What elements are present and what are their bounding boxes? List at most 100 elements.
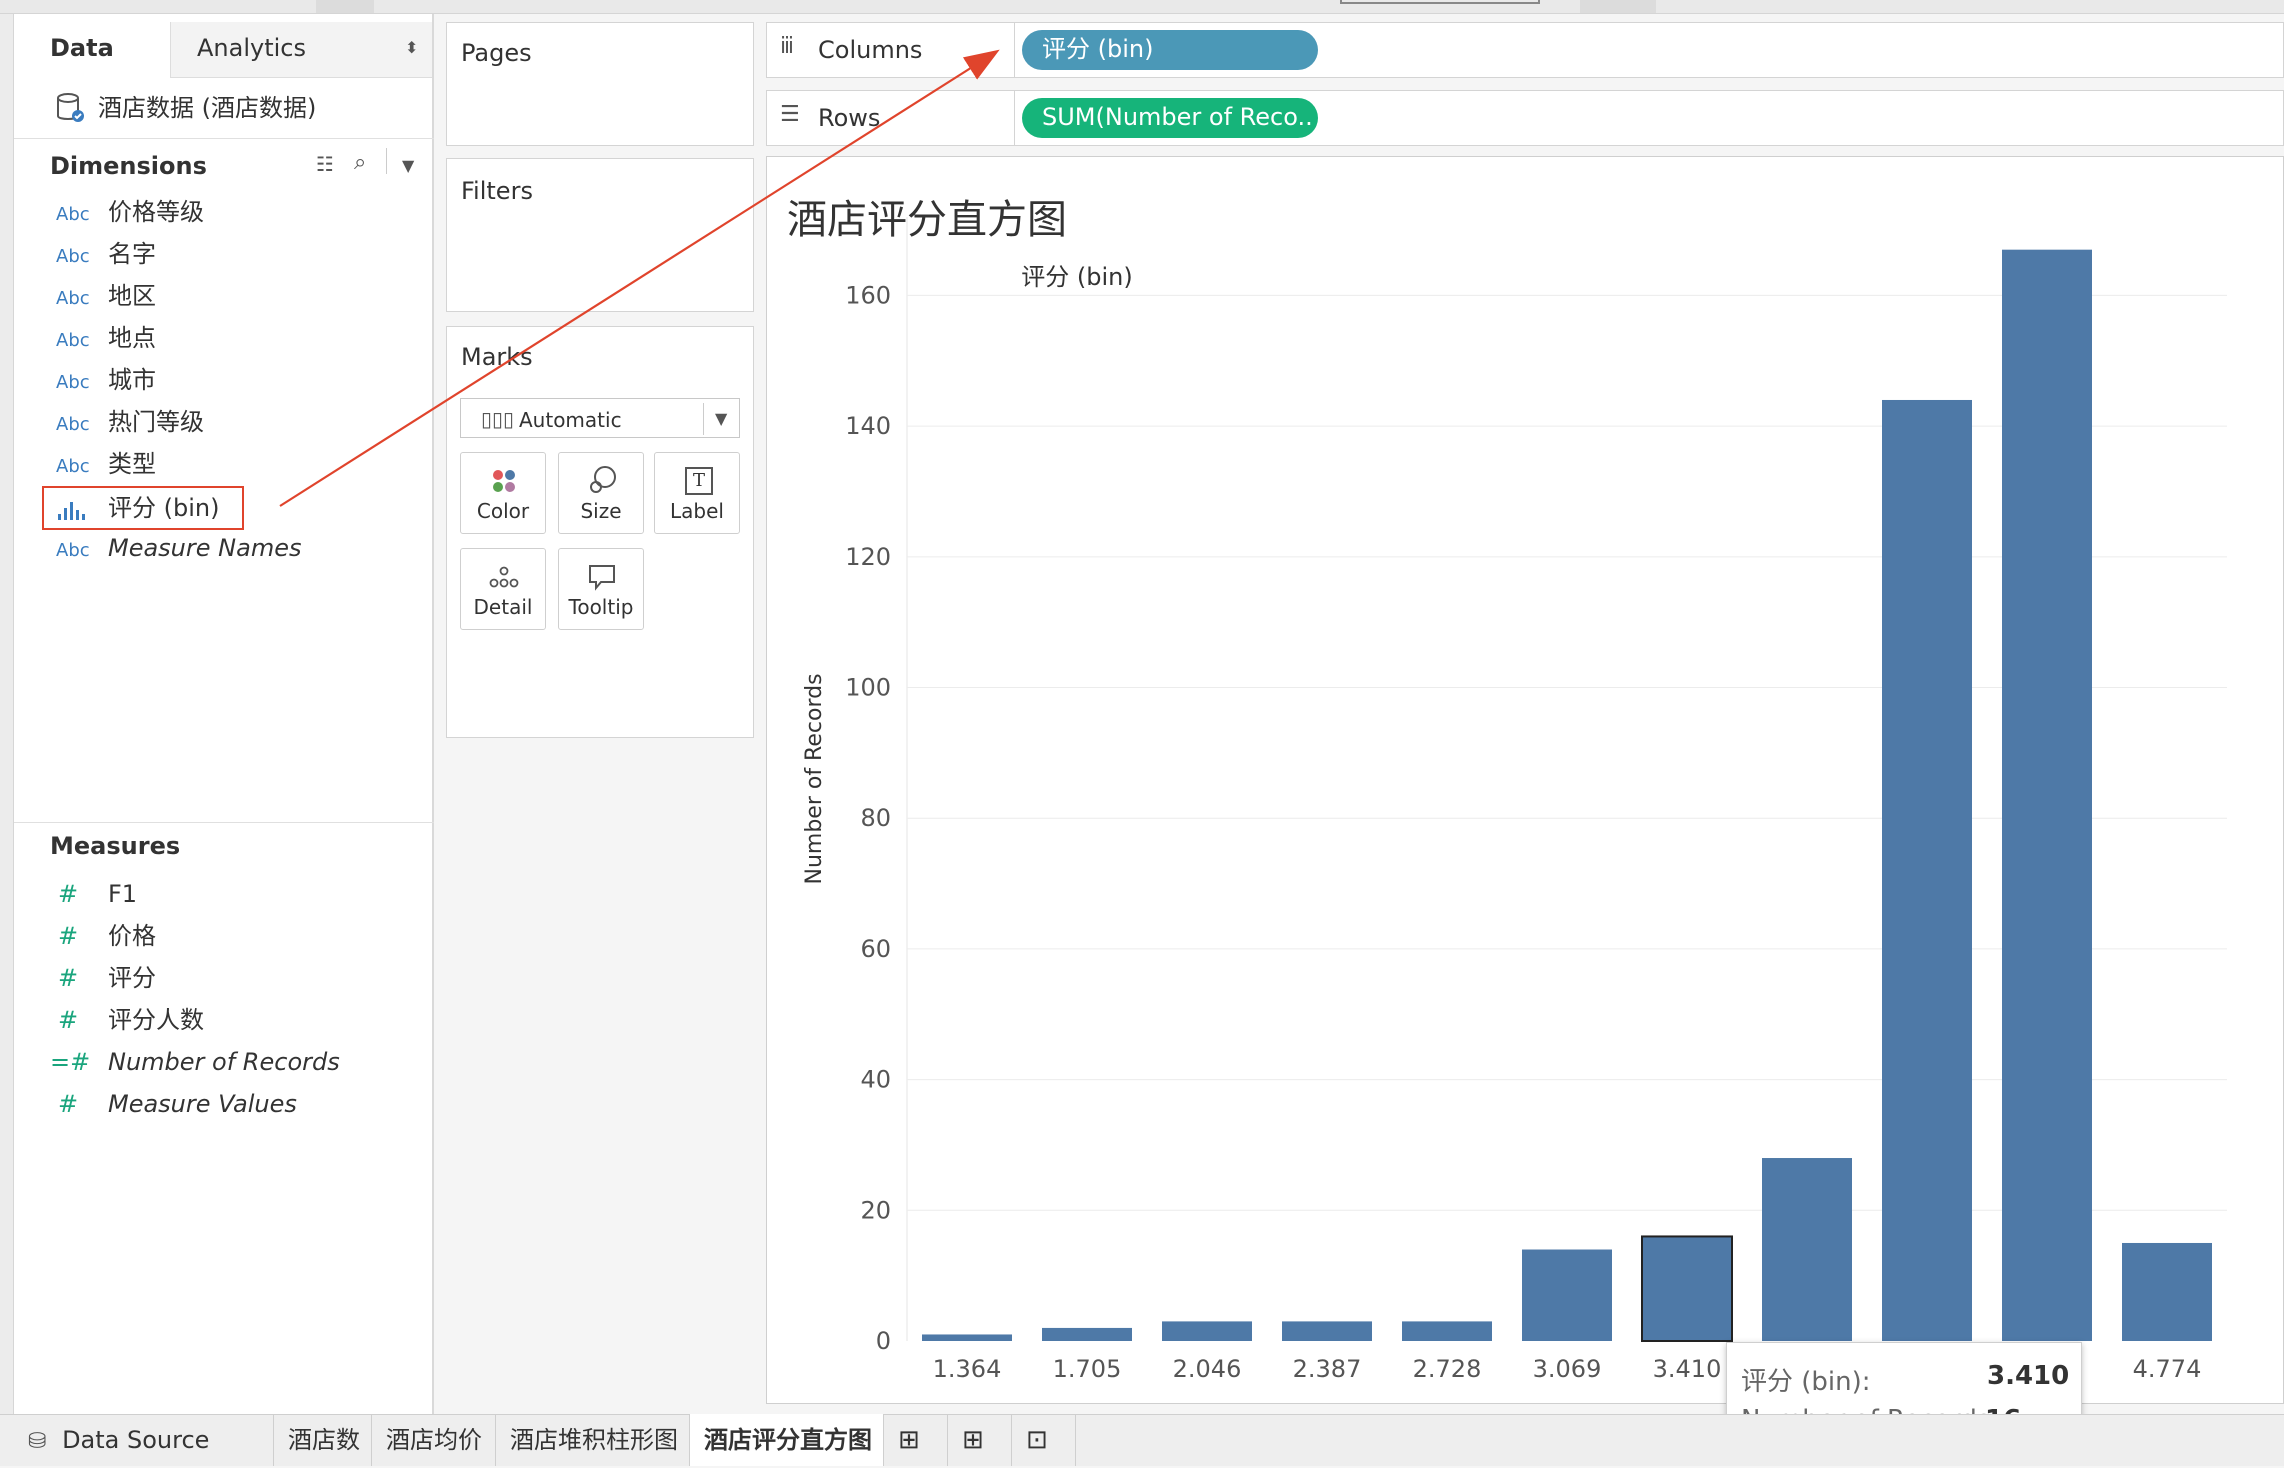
size-card[interactable]: Size (558, 452, 644, 534)
number-type-icon: # (58, 1006, 79, 1034)
histogram-bar (922, 1334, 1012, 1341)
dimension-label: 地区 (108, 282, 156, 310)
dimension-item-bin-highlighted[interactable]: 评分 (bin) (42, 486, 244, 530)
columns-shelf[interactable] (766, 22, 2284, 78)
dimension-label: 评分 (bin) (108, 494, 220, 522)
color-card[interactable]: Color (460, 452, 546, 534)
x-tick-label: 2.046 (1173, 1355, 1242, 1383)
measure-label: Number of Records (108, 1048, 340, 1076)
tab-data-source[interactable]: ⛁ Data Source (14, 1414, 274, 1466)
divider (1014, 22, 1015, 78)
sheet-tab-active[interactable]: 酒店评分直方图 (690, 1414, 884, 1466)
bar-chart-icon: ▯▯▯ (481, 407, 515, 431)
label-card[interactable]: T Label (654, 452, 740, 534)
new-worksheet-button[interactable]: ⊞ (884, 1414, 948, 1466)
color-icon (490, 467, 520, 497)
number-type-icon: # (58, 922, 79, 950)
measure-item[interactable]: # 评分人数 (14, 1004, 434, 1034)
list-view-icon[interactable]: ☷ (316, 152, 334, 176)
tab-analytics[interactable]: Analytics ⬍ (170, 22, 432, 78)
x-tick-label: 1.705 (1053, 1355, 1122, 1383)
datasource-name[interactable]: 酒店数据 (酒店数据) (98, 96, 316, 120)
tab-analytics-label: Analytics (197, 34, 306, 62)
number-type-icon: # (58, 880, 79, 908)
left-edge-panel (0, 14, 14, 1414)
histogram-bar (1762, 1158, 1852, 1341)
mark-type-dropdown[interactable]: ▯▯▯ Automatic ▼ (460, 398, 740, 438)
size-icon (587, 465, 619, 497)
measure-item[interactable]: # Measure Values (14, 1088, 434, 1118)
detail-icon (487, 565, 521, 591)
tooltip-bin-label: 评分 (bin): (1741, 1367, 1871, 1397)
pages-shelf[interactable]: Pages (446, 22, 754, 146)
measure-label: F1 (108, 880, 138, 908)
measure-item[interactable]: # 评分 (14, 962, 434, 992)
dimension-item[interactable]: Abc 价格等级 (14, 196, 434, 226)
rows-shelf[interactable] (766, 90, 2284, 146)
measure-label: 评分人数 (108, 1006, 204, 1034)
string-type-icon: Abc (56, 204, 90, 225)
divider (14, 822, 434, 823)
dimension-item[interactable]: Abc 热门等级 (14, 406, 434, 436)
sheet-tab[interactable]: 酒店数 (274, 1414, 372, 1466)
tooltip-card[interactable]: Tooltip (558, 548, 644, 630)
columns-pill-rating-bin[interactable]: 评分 (bin) (1022, 30, 1318, 70)
tab-label: 酒店堆积柱形图 (510, 1426, 678, 1454)
chevron-down-icon[interactable]: ▼ (402, 156, 414, 175)
strip-tab (316, 0, 374, 13)
divider (386, 148, 387, 174)
y-tick-label: 0 (876, 1327, 891, 1355)
columns-label: Columns (818, 36, 923, 64)
tab-label: 酒店均价 (386, 1426, 482, 1454)
dimension-label: 热门等级 (108, 408, 204, 436)
histogram-bar (1882, 399, 1972, 1341)
dimension-item[interactable]: Abc 地区 (14, 280, 434, 310)
y-tick-label: 160 (845, 281, 891, 309)
histogram-bar (1522, 1249, 1612, 1341)
y-tick-label: 60 (860, 935, 891, 963)
color-card-label: Color (476, 499, 530, 523)
x-tick-label: 3.410 (1653, 1355, 1722, 1383)
detail-card[interactable]: Detail (460, 548, 546, 630)
measure-label: 评分 (108, 964, 156, 992)
y-tick-label: 20 (860, 1196, 891, 1224)
dimension-item[interactable]: Abc 城市 (14, 364, 434, 394)
rows-label: Rows (818, 104, 881, 132)
sheet-tab[interactable]: 酒店均价 (372, 1414, 496, 1466)
tab-label: Data Source (62, 1426, 210, 1454)
search-icon[interactable]: ⌕ (354, 150, 366, 175)
histogram-bar (2122, 1242, 2212, 1341)
tab-data[interactable]: Data (14, 22, 170, 78)
histogram-bar (2002, 249, 2092, 1341)
rows-pill-sum-records[interactable]: SUM(Number of Reco.. (1022, 98, 1318, 138)
dimension-item[interactable]: Abc Measure Names (14, 532, 434, 562)
tooltip-icon (587, 563, 617, 591)
dimensions-header: Dimensions (50, 152, 207, 180)
measure-item[interactable]: # F1 (14, 878, 434, 908)
dimension-item[interactable]: Abc 类型 (14, 448, 434, 478)
dimension-item[interactable]: Abc 地点 (14, 322, 434, 352)
number-type-icon: # (58, 964, 79, 992)
y-tick-label: 120 (845, 543, 891, 571)
worksheet-view: 酒店评分直方图 0 20 40 60 80 100 120 140 160 评分 (bin) Num… (766, 156, 2284, 1404)
filters-shelf[interactable]: Filters (446, 158, 754, 312)
columns-icon: ⅲ (780, 34, 794, 59)
rows-icon: ☰ (780, 102, 800, 127)
updown-icon[interactable]: ⬍ (405, 38, 418, 57)
x-axis-title: 评分 (bin) (1021, 263, 1132, 291)
divider (703, 403, 704, 435)
string-type-icon: Abc (56, 246, 90, 267)
measure-item[interactable]: # 价格 (14, 920, 434, 950)
histogram-bar (1042, 1327, 1132, 1341)
measure-item[interactable]: =# Number of Records (14, 1046, 434, 1076)
dimension-item[interactable]: Abc 名字 (14, 238, 434, 268)
string-type-icon: Abc (56, 288, 90, 309)
histogram-bar (1162, 1321, 1252, 1341)
marks-label: Marks (461, 343, 533, 371)
new-story-button[interactable]: ⊡ (1012, 1414, 1076, 1466)
y-axis-title: Number of Records (802, 673, 827, 884)
label-card-label: Label (670, 499, 724, 523)
sheet-tab[interactable]: 酒店堆积柱形图 (496, 1414, 690, 1466)
new-dashboard-button[interactable]: ⊞ (948, 1414, 1012, 1466)
strip-tab (1580, 0, 1656, 13)
